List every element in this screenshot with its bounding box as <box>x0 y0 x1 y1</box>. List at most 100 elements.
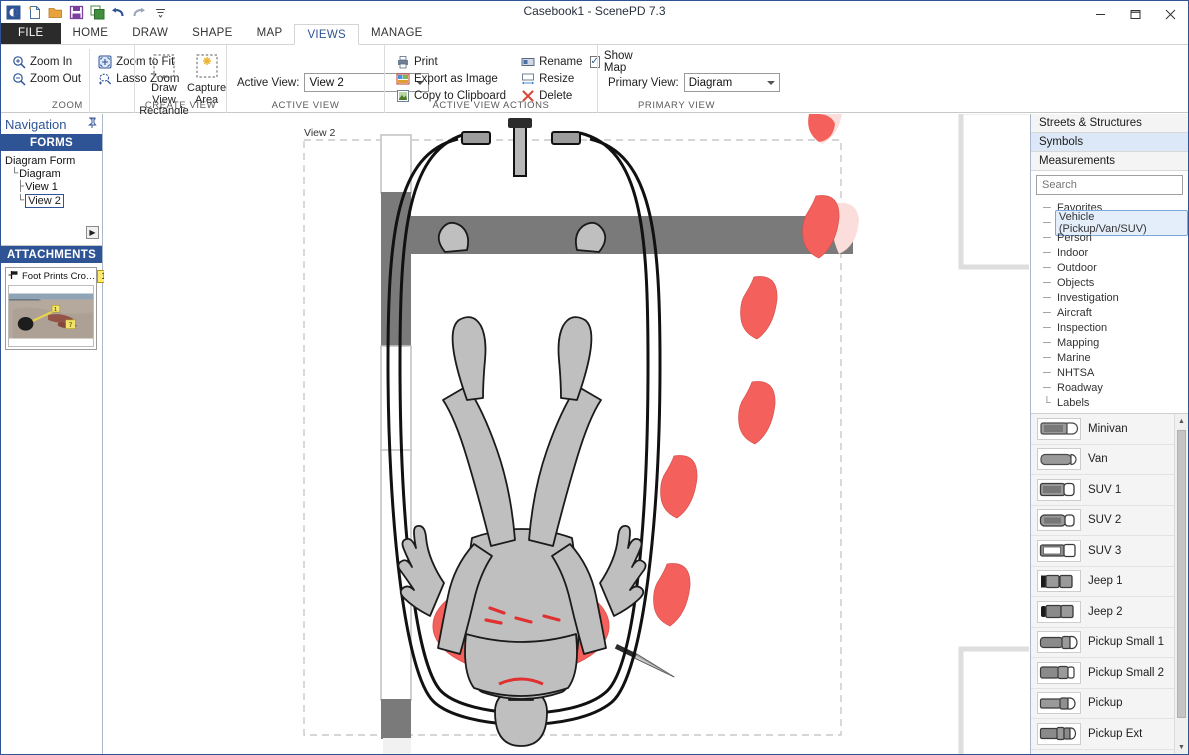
ribbon-tab-bar: FILE HOME DRAW SHAPE MAP VIEWS MANAGE <box>1 23 1188 45</box>
customize-qat-icon[interactable] <box>152 4 168 20</box>
category-label: Roadway <box>1057 381 1103 394</box>
symbol-item-pickup-small-1[interactable]: Pickup Small 1 <box>1031 628 1188 658</box>
zoom-in-label: Zoom In <box>30 55 73 68</box>
undo-icon[interactable] <box>110 4 126 20</box>
diagram-canvas[interactable]: View 2 <box>104 114 1029 754</box>
tab-map[interactable]: MAP <box>245 23 295 44</box>
tab-shape[interactable]: SHAPE <box>180 23 245 44</box>
export-as-image-button[interactable]: Export as Image <box>391 70 510 87</box>
tab-file[interactable]: FILE <box>1 23 61 44</box>
attachment-thumbnail[interactable]: 1 7 <box>8 285 94 347</box>
tree-row-view-1[interactable]: ├ View 1 <box>5 180 98 193</box>
category-labels[interactable]: └ Labels <box>1043 395 1188 410</box>
symbol-item-pickup[interactable]: Pickup <box>1031 689 1188 719</box>
new-file-icon[interactable] <box>26 4 42 20</box>
zoom-in-button[interactable]: Zoom In <box>7 53 85 70</box>
tab-home[interactable]: HOME <box>61 23 121 44</box>
category-outdoor[interactable]: ─ Outdoor <box>1043 260 1188 275</box>
symbol-item-pickup-ext[interactable]: Pickup Ext <box>1031 719 1188 750</box>
zoom-out-button[interactable]: Zoom Out <box>7 70 85 87</box>
primary-view-select[interactable]: Diagram <box>683 73 780 92</box>
body-figure <box>397 221 647 747</box>
category-vehicle[interactable]: ─ Vehicle (Pickup/Van/SUV) <box>1043 209 1188 236</box>
chevron-down-icon <box>766 80 775 85</box>
tree-row-diagram[interactable]: └ Diagram <box>5 167 98 180</box>
redo-icon[interactable] <box>131 4 147 20</box>
symbol-item-pickup-small-2[interactable]: Pickup Small 2 <box>1031 658 1188 689</box>
device-marker-right <box>551 131 581 145</box>
symbol-item-minivan[interactable]: Minivan <box>1031 414 1188 445</box>
primary-view-value: Diagram <box>688 76 733 89</box>
scroll-down-button[interactable]: ▼ <box>1175 740 1188 754</box>
print-button[interactable]: Print <box>391 53 510 70</box>
category-nhtsa[interactable]: ─ NHTSA <box>1043 365 1188 380</box>
symbol-item-jeep-2[interactable]: Jeep 2 <box>1031 597 1188 628</box>
tree-row-diagram-form[interactable]: Diagram Form <box>5 154 98 167</box>
symbol-list[interactable]: Minivan Van SUV 1 SUV 2 SUV 3 Jeep 1 Jee… <box>1031 414 1188 754</box>
category-inspection[interactable]: ─ Inspection <box>1043 320 1188 335</box>
symbol-item-suv-3[interactable]: SUV 3 <box>1031 536 1188 567</box>
ribbon-group-active-view-actions-title: ACTIVE VIEW ACTIONS <box>432 100 550 111</box>
pin-icon[interactable] <box>87 117 97 132</box>
category-label: Person <box>1057 231 1092 244</box>
tree-dash-icon: ─ <box>1043 291 1051 304</box>
suv1-icon <box>1037 478 1081 501</box>
open-folder-icon[interactable] <box>47 4 63 20</box>
symbol-label: SUV 3 <box>1088 544 1122 557</box>
save-icon[interactable] <box>68 4 84 20</box>
tree-dash-icon: ─ <box>1043 246 1051 259</box>
forms-expand-button[interactable]: ▶ <box>86 226 99 239</box>
device-head <box>508 118 532 128</box>
rename-label: Rename <box>539 55 583 68</box>
capture-area-icon <box>192 51 222 83</box>
capture-area-label-1: Capture <box>187 82 227 94</box>
rename-button[interactable]: Rename <box>516 53 586 70</box>
tab-views[interactable]: VIEWS <box>294 24 360 45</box>
search-input[interactable] <box>1036 175 1183 195</box>
category-aircraft[interactable]: ─ Aircraft <box>1043 305 1188 320</box>
resize-icon <box>520 71 535 86</box>
symbol-item-jeep-1[interactable]: Jeep 1 <box>1031 567 1188 597</box>
suv3-icon <box>1037 539 1081 562</box>
tree-dash-icon: ─ <box>1043 201 1051 214</box>
accordion-streets-structures[interactable]: Streets & Structures <box>1031 114 1188 133</box>
suv2-icon <box>1037 509 1081 532</box>
export-image-icon <box>395 71 410 86</box>
body-pelvis <box>464 633 578 697</box>
category-mapping[interactable]: ─ Mapping <box>1043 335 1188 350</box>
accordion-measurements[interactable]: Measurements <box>1031 152 1188 171</box>
category-objects[interactable]: ─ Objects <box>1043 275 1188 290</box>
category-indoor[interactable]: ─ Indoor <box>1043 245 1188 260</box>
scrollbar-thumb[interactable] <box>1177 430 1186 718</box>
tree-dash-icon: └ <box>1043 396 1051 409</box>
attachment-card[interactable]: Foot Prints Cro… 1 7 <box>5 267 111 350</box>
structure-outline-bottom <box>958 646 1029 754</box>
body-leg-left-lower <box>451 316 487 401</box>
symbol-list-scrollbar[interactable]: ▲ ▼ <box>1174 414 1188 754</box>
footprint-3 <box>740 276 778 340</box>
symbol-item-suv-2[interactable]: SUV 2 <box>1031 506 1188 536</box>
pickup-icon <box>1037 692 1081 715</box>
symbol-item-suv-1[interactable]: SUV 1 <box>1031 475 1188 506</box>
symbol-label: SUV 1 <box>1088 483 1122 496</box>
zoom-fit-icon <box>97 54 112 69</box>
save-as-icon[interactable] <box>89 4 105 20</box>
ribbon-group-primary-view: Primary View: Diagram PRIMARY VIEW <box>597 45 780 113</box>
tree-row-view-2[interactable]: └ View 2 <box>5 193 98 208</box>
app-logo-icon[interactable] <box>5 4 21 20</box>
attachment-title-row: Foot Prints Cro… 1 <box>8 270 111 283</box>
tab-draw[interactable]: DRAW <box>120 23 180 44</box>
category-label: Marine <box>1057 351 1091 364</box>
category-marine[interactable]: ─ Marine <box>1043 350 1188 365</box>
category-label: Inspection <box>1057 321 1108 334</box>
symbol-item-van[interactable]: Van <box>1031 445 1188 475</box>
tree-branch-icon: ├ <box>17 181 25 192</box>
symbol-label: Pickup Ext <box>1088 727 1143 740</box>
accordion-symbols[interactable]: Symbols <box>1031 133 1188 152</box>
category-label: Labels <box>1057 396 1090 409</box>
category-label: Indoor <box>1057 246 1089 259</box>
category-investigation[interactable]: ─ Investigation <box>1043 290 1188 305</box>
scroll-up-button[interactable]: ▲ <box>1175 414 1188 428</box>
category-roadway[interactable]: ─ Roadway <box>1043 380 1188 395</box>
tab-manage[interactable]: MANAGE <box>359 23 435 44</box>
